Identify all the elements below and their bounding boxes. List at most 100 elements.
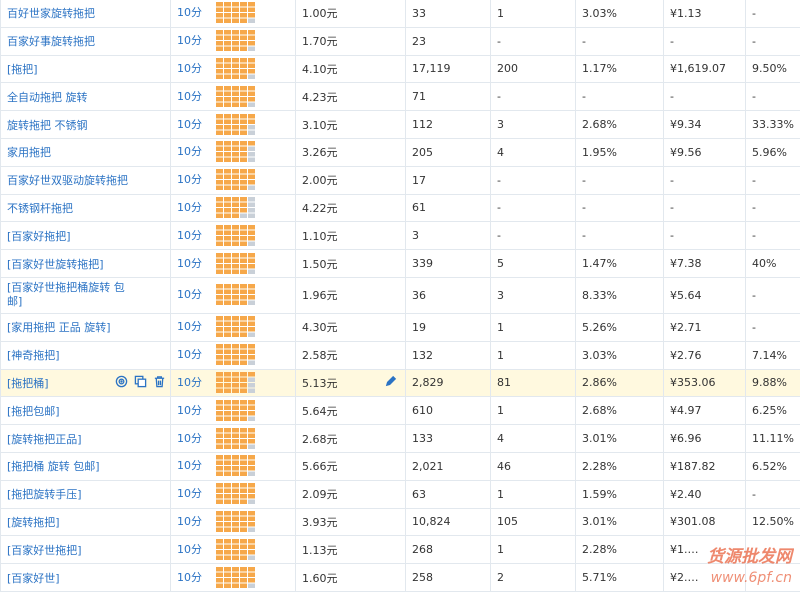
cost-cell: ¥1.…: [663, 535, 746, 565]
keyword-link[interactable]: [拖把]: [7, 63, 38, 76]
target-icon[interactable]: [115, 375, 128, 388]
quality-score[interactable]: 10分: [177, 6, 202, 19]
keyword-link[interactable]: [旋转拖把]: [7, 516, 60, 529]
clicks-cell: 4: [490, 424, 576, 453]
keyword-link[interactable]: [百家好世拖把桶旋转 包邮]: [7, 281, 137, 309]
quality-score-bar: [216, 252, 255, 274]
clicks-value: -: [497, 34, 501, 48]
pencil-icon[interactable]: [385, 375, 397, 387]
keyword-link[interactable]: 百家好世双驱动旋转拖把: [7, 174, 128, 187]
quality-score[interactable]: 10分: [177, 145, 202, 158]
ctr-value: 2.68%: [582, 404, 617, 418]
ctr-value: 2.28%: [582, 543, 617, 557]
roi-cell: 40%: [745, 249, 800, 278]
keyword-link[interactable]: 百家好事旋转拖把: [7, 35, 95, 48]
keyword-link[interactable]: 旋转拖把 不锈钢: [7, 119, 88, 132]
table-row: [神奇拖把] 10分 2.58元 132 1 3.03% ¥2.76 7.14%: [0, 341, 800, 370]
roi-value: -: [752, 487, 756, 501]
ctr-value: 3.01%: [582, 432, 617, 446]
quality-score[interactable]: 10分: [177, 201, 202, 214]
quality-score-bar: [216, 399, 255, 421]
trash-icon[interactable]: [153, 375, 166, 388]
quality-score[interactable]: 10分: [177, 288, 202, 301]
keyword-cell: [旋转拖把正品]: [0, 424, 171, 453]
quality-score-cell: 10分: [170, 563, 296, 592]
quality-score[interactable]: 10分: [177, 571, 202, 584]
quality-score[interactable]: 10分: [177, 543, 202, 556]
keyword-link[interactable]: [拖把旋转手压]: [7, 488, 82, 501]
bid-price: 4.22元: [302, 201, 338, 215]
clicks-cell: 1: [490, 0, 576, 28]
ctr-value: 2.68%: [582, 118, 617, 132]
cost-value: ¥4.97: [670, 404, 702, 418]
keyword-link[interactable]: [拖把包邮]: [7, 405, 60, 418]
quality-score-bar: [216, 169, 255, 191]
quality-score-bar: [216, 455, 255, 477]
cost-value: ¥9.56: [670, 145, 702, 159]
keyword-link[interactable]: 全自动拖把 旋转: [7, 91, 88, 104]
clicks-cell: 46: [490, 452, 576, 481]
ctr-value: -: [582, 90, 586, 104]
pv-cell: 3: [405, 221, 491, 251]
keyword-cell: [拖把旋转手压]: [0, 480, 171, 509]
keyword-link[interactable]: [神奇拖把]: [7, 349, 60, 362]
quality-score[interactable]: 10分: [177, 432, 202, 445]
keyword-link[interactable]: [家用拖把 正品 旋转]: [7, 321, 111, 334]
cost-value: -: [670, 173, 674, 187]
quality-score[interactable]: 10分: [177, 348, 202, 361]
keyword-table: 百好世家旋转拖把 10分 1.00元 33 1 3.03% ¥1.13- 百家好事旋转拖把 10…: [0, 0, 800, 592]
cost-value: -: [670, 90, 674, 104]
quality-score[interactable]: 10分: [177, 62, 202, 75]
keyword-link[interactable]: [百家好世拖把]: [7, 544, 82, 557]
bid-price: 1.13元: [302, 543, 338, 557]
ctr-cell: 1.17%: [575, 55, 664, 84]
quality-score[interactable]: 10分: [177, 118, 202, 131]
quality-score[interactable]: 10分: [177, 404, 202, 417]
keyword-cell: [百家好世拖把]: [0, 535, 171, 565]
ctr-value: 1.17%: [582, 62, 617, 76]
bid-price-cell: 4.22元: [295, 194, 406, 223]
quality-score[interactable]: 10分: [177, 487, 202, 500]
keyword-link[interactable]: 百好世家旋转拖把: [7, 7, 95, 20]
ctr-cell: 3.01%: [575, 424, 664, 453]
quality-score[interactable]: 10分: [177, 459, 202, 472]
cost-cell: -: [663, 194, 746, 223]
clicks-value: 105: [497, 515, 518, 529]
bid-price-cell: 2.09元: [295, 480, 406, 509]
ctr-value: 3.03%: [582, 6, 617, 20]
quality-score[interactable]: 10分: [177, 90, 202, 103]
keyword-cell: [百家好世]: [0, 563, 171, 592]
cost-value: ¥7.38: [670, 257, 702, 271]
quality-score[interactable]: 10分: [177, 229, 202, 242]
keyword-link[interactable]: 家用拖把: [7, 146, 51, 159]
pv-cell: 112: [405, 110, 491, 139]
clicks-value: 46: [497, 459, 511, 473]
quality-score[interactable]: 10分: [177, 34, 202, 47]
keyword-link[interactable]: [百家好拖把]: [7, 230, 71, 243]
keyword-link[interactable]: 不锈钢杆拖把: [7, 202, 73, 215]
keyword-link[interactable]: [拖把桶 旋转 包邮]: [7, 460, 100, 473]
ctr-value: 1.47%: [582, 257, 617, 271]
roi-value: 7.14%: [752, 348, 787, 362]
keyword-link[interactable]: [旋转拖把正品]: [7, 433, 82, 446]
bid-price: 2.00元: [302, 174, 338, 188]
quality-score[interactable]: 10分: [177, 320, 202, 333]
pv-value: 17,119: [412, 62, 451, 76]
quality-score[interactable]: 10分: [177, 515, 202, 528]
quality-score[interactable]: 10分: [177, 257, 202, 270]
pv-cell: 132: [405, 341, 491, 370]
quality-score[interactable]: 10分: [177, 173, 202, 186]
keyword-cell: [百家好世拖把桶旋转 包邮]: [0, 277, 171, 314]
keyword-link[interactable]: [百家好世]: [7, 572, 60, 585]
copy-icon[interactable]: [134, 375, 147, 388]
keyword-link[interactable]: [百家好世旋转拖把]: [7, 258, 104, 271]
roi-cell: 5.96%: [745, 138, 800, 167]
quality-score-bar: [216, 113, 255, 135]
quality-score-bar: [216, 2, 255, 24]
ctr-value: 5.26%: [582, 320, 617, 334]
quality-score[interactable]: 10分: [177, 376, 202, 389]
pv-cell: 19: [405, 313, 491, 342]
cost-value: -: [670, 34, 674, 48]
roi-cell: 9.50%: [745, 55, 800, 84]
keyword-link[interactable]: [拖把桶]: [7, 377, 49, 390]
